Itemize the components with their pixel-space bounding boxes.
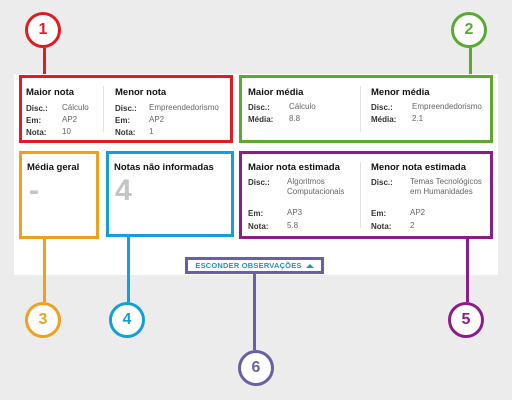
grade-extremes-card: Maior nota Disc.: Cálculo Em: AP2 Nota: … (19, 75, 233, 143)
highest-average-disc-label: Disc.: (248, 103, 270, 112)
overall-average-title: Média geral (27, 162, 80, 173)
badge-5: 5 (448, 302, 484, 338)
highest-average-media-label: Média: (248, 115, 274, 124)
lowest-average-disc: Empreendedorismo (412, 102, 482, 111)
lowest-average-media-label: Média: (371, 115, 397, 124)
lowest-grade-em-label: Em: (115, 116, 131, 125)
hide-observations-button[interactable]: ESCONDER OBSERVAÇÕES (185, 257, 324, 274)
connector-6 (253, 274, 256, 350)
lowest-grade-disc: Empreendedorismo (149, 103, 219, 112)
highest-estimated-nota-label: Nota: (248, 222, 269, 231)
highest-estimated-disc: Algoritmos Computacionais (287, 177, 345, 196)
highest-average-disc: Cálculo (289, 102, 316, 111)
highest-estimated-title: Maior nota estimada (248, 162, 340, 173)
missing-grades-card: Notas não informadas 4 (106, 151, 234, 237)
highest-grade-title: Maior nota (26, 87, 75, 98)
lowest-grade-em: AP2 (149, 115, 165, 124)
lowest-grade-nota: 1 (149, 127, 154, 136)
highest-estimated-em-label: Em: (248, 209, 264, 218)
lowest-grade-nota-label: Nota: (115, 128, 136, 137)
highest-grade-em: AP2 (62, 115, 78, 124)
overall-average-card: Média geral - (19, 151, 99, 239)
connector-3 (43, 238, 46, 302)
lowest-average-media: 2.1 (412, 114, 424, 123)
badge-2: 2 (451, 12, 487, 48)
highest-estimated-disc-label: Disc.: (248, 178, 270, 187)
highest-estimated-em: AP3 (287, 208, 303, 217)
estimated-grade-extremes-card: Maior nota estimada Disc.: Algoritmos Co… (239, 151, 493, 239)
lowest-estimated-em-label: Em: (371, 209, 387, 218)
highest-average-media: 8.8 (289, 114, 301, 123)
badge-6: 6 (238, 350, 274, 386)
lowest-grade-title: Menor nota (115, 87, 167, 98)
highest-estimated-nota: 5.8 (287, 221, 299, 230)
highest-grade-disc-label: Disc.: (26, 104, 48, 113)
connector-2 (469, 48, 472, 74)
highest-grade-nota: 10 (62, 127, 71, 136)
highest-average-title: Maior média (248, 87, 304, 98)
lowest-average-disc-label: Disc.: (371, 103, 393, 112)
average-extremes-card: Maior média Disc.: Cálculo Média: 8.8 Me… (239, 75, 493, 143)
missing-grades-value: 4 (115, 174, 132, 207)
highest-grade-nota-label: Nota: (26, 128, 47, 137)
overall-average-value: - (29, 174, 39, 207)
lowest-estimated-disc: Temas Tecnológicos em Humanidades (410, 177, 482, 196)
connector-5 (466, 238, 469, 302)
lowest-grade-disc-label: Disc.: (115, 104, 137, 113)
lowest-estimated-nota: 2 (410, 221, 415, 230)
connector-4 (127, 236, 130, 302)
missing-grades-title: Notas não informadas (114, 162, 214, 173)
lowest-estimated-nota-label: Nota: (371, 222, 392, 231)
lowest-estimated-title: Menor nota estimada (371, 162, 467, 173)
chevron-up-icon (305, 263, 314, 268)
badge-1: 1 (25, 12, 61, 48)
badge-4: 4 (109, 302, 145, 338)
lowest-estimated-disc-label: Disc.: (371, 178, 393, 187)
highest-grade-disc: Cálculo (62, 103, 89, 112)
lowest-average-title: Menor média (371, 87, 430, 98)
hide-observations-label: ESCONDER OBSERVAÇÕES (195, 261, 302, 270)
badge-3: 3 (25, 302, 61, 338)
lowest-estimated-em: AP2 (410, 208, 426, 217)
connector-1 (43, 48, 46, 74)
highest-grade-em-label: Em: (26, 116, 42, 125)
